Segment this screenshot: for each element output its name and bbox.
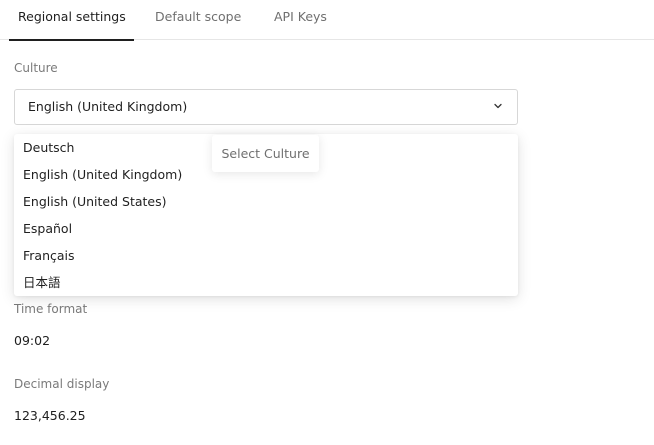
settings-tabs: Regional settings Default scope API Keys <box>0 0 654 41</box>
chevron-down-icon <box>494 103 502 109</box>
tab-api-keys[interactable]: API Keys <box>274 0 327 40</box>
decimal-display-value: 123,456.25 <box>14 408 86 423</box>
culture-label: Culture <box>14 61 58 75</box>
culture-option-japanese[interactable]: 日本語 <box>23 269 61 296</box>
culture-select[interactable]: English (United Kingdom) <box>14 89 518 125</box>
culture-option-espanol[interactable]: Español <box>23 215 72 242</box>
culture-option-english-us[interactable]: English (United States) <box>23 188 167 215</box>
culture-option-deutsch[interactable]: Deutsch <box>23 134 74 161</box>
culture-option-francais[interactable]: Français <box>23 242 75 269</box>
culture-selected-value: English (United Kingdom) <box>28 99 188 114</box>
decimal-display-label: Decimal display <box>14 377 110 391</box>
culture-option-english-uk[interactable]: English (United Kingdom) <box>23 161 182 188</box>
time-format-value: 09:02 <box>14 333 51 348</box>
time-format-label: Time format <box>14 302 88 316</box>
tab-regional-settings[interactable]: Regional settings <box>9 0 134 41</box>
select-culture-tooltip: Select Culture <box>212 135 319 172</box>
tab-default-scope[interactable]: Default scope <box>155 0 241 40</box>
